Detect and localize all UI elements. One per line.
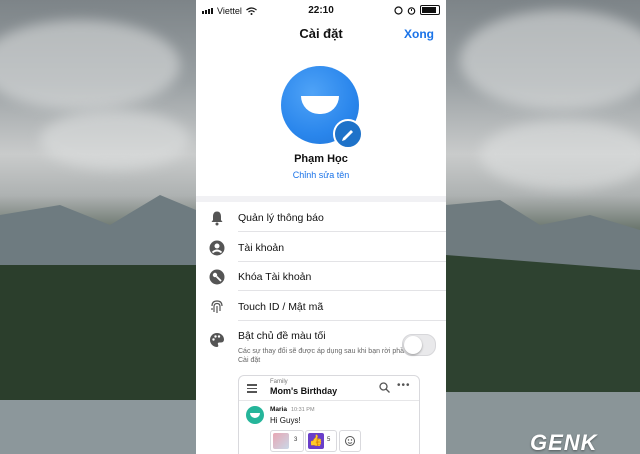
preview-time: 10:31 PM bbox=[291, 407, 315, 413]
pencil-icon bbox=[342, 130, 353, 141]
settings-list: Quản lý thông báo Tài khoản Khóa Tài kho… bbox=[196, 202, 446, 454]
reaction-chip: 3 bbox=[270, 430, 304, 452]
settings-item-account[interactable]: Tài khoản bbox=[196, 233, 446, 262]
account-icon bbox=[209, 240, 225, 256]
theme-preview-card: Family Mom's Birthday ••• Maria 10:31 PM… bbox=[238, 375, 420, 454]
bell-icon bbox=[211, 211, 223, 226]
menu-icon bbox=[247, 384, 257, 395]
nav-bar: Cài đặt Xong bbox=[196, 22, 446, 48]
orientation-lock-icon bbox=[394, 5, 403, 15]
edit-name-link[interactable]: Chỉnh sửa tên bbox=[196, 170, 446, 180]
dark-theme-toggle[interactable] bbox=[402, 334, 436, 356]
settings-item-label: Touch ID / Mật mã bbox=[238, 301, 324, 313]
reaction-count: 5 bbox=[327, 437, 331, 443]
search-icon bbox=[379, 382, 390, 393]
dark-theme-description: Các sự thay đổi sẽ được áp dụng sau khi … bbox=[238, 348, 408, 364]
status-bar: Viettel 22:10 bbox=[196, 0, 446, 22]
reaction-count: 3 bbox=[294, 437, 298, 443]
preview-chat-title: Mom's Birthday bbox=[270, 386, 338, 396]
profile-name: Phạm Học bbox=[294, 153, 348, 165]
dark-theme-label: Bật chủ đề màu tối bbox=[238, 330, 326, 342]
profile-section: Phạm Học Chỉnh sửa tên bbox=[196, 48, 446, 196]
settings-item-label: Quản lý thông báo bbox=[238, 212, 324, 224]
fingerprint-icon bbox=[211, 300, 223, 313]
more-icon: ••• bbox=[397, 380, 411, 391]
preview-sender: Maria bbox=[270, 406, 287, 413]
preview-avatar bbox=[246, 406, 264, 424]
edit-avatar-button[interactable] bbox=[333, 119, 363, 149]
settings-item-notifications[interactable]: Quản lý thông báo bbox=[196, 203, 446, 232]
settings-item-label: Tài khoản bbox=[238, 242, 285, 254]
done-button[interactable]: Xong bbox=[404, 27, 434, 41]
thumbs-up-icon: 👍 bbox=[308, 433, 324, 449]
preview-group-label: Family bbox=[270, 379, 288, 385]
alarm-icon bbox=[407, 6, 416, 15]
settings-item-dark-theme: Bật chủ đề màu tối Các sự thay đổi sẽ đư… bbox=[196, 326, 446, 372]
settings-item-label: Khóa Tài khoản bbox=[238, 271, 312, 283]
watermark-logo: GENK bbox=[530, 430, 598, 454]
preview-header: Family Mom's Birthday ••• bbox=[239, 376, 419, 401]
phone-screen: Viettel 22:10 Cài đặt Xong Phạm Học Chỉn… bbox=[196, 0, 446, 454]
battery-icon bbox=[420, 5, 440, 15]
key-icon bbox=[209, 269, 225, 285]
palette-icon bbox=[210, 333, 224, 347]
preview-message: Hi Guys! bbox=[270, 416, 301, 425]
reaction-chip: 👍 5 bbox=[305, 430, 337, 452]
settings-item-account-lock[interactable]: Khóa Tài khoản bbox=[196, 262, 446, 291]
photo-thumbnail-icon bbox=[273, 433, 289, 449]
settings-item-touch-id[interactable]: Touch ID / Mật mã bbox=[196, 292, 446, 321]
add-reaction-icon bbox=[345, 436, 355, 446]
reaction-chip bbox=[339, 430, 361, 452]
